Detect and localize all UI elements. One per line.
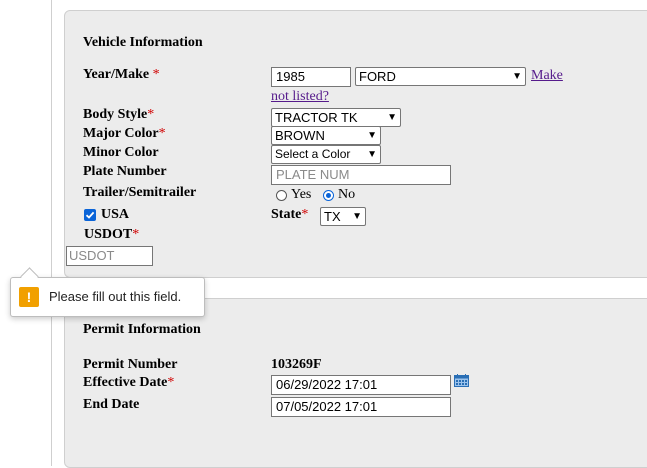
- year-input[interactable]: 1985: [271, 67, 351, 87]
- chevron-down-icon: ▼: [512, 71, 522, 82]
- plate-number-label: Plate Number: [83, 164, 167, 179]
- trailer-label: Trailer/Semitrailer: [83, 185, 197, 200]
- chevron-down-icon: ▼: [387, 112, 397, 123]
- tooltip-arrow: [20, 267, 39, 286]
- permit-section-title: Permit Information: [83, 322, 201, 337]
- usdot-input[interactable]: USDOT: [66, 246, 153, 266]
- usa-checkbox[interactable]: [84, 209, 96, 221]
- body-style-select[interactable]: TRACTOR TK ▼: [271, 108, 401, 127]
- end-date-label: End Date: [83, 397, 140, 412]
- trailer-yes-radio[interactable]: [276, 190, 287, 201]
- validation-message: Please fill out this field.: [49, 289, 182, 304]
- trailer-yes-label: Yes: [291, 187, 312, 202]
- make-select[interactable]: FORD ▼: [355, 67, 526, 86]
- major-color-label: Major Color*: [83, 126, 166, 141]
- state-label: State*: [271, 207, 309, 222]
- state-select[interactable]: TX ▼: [320, 207, 366, 226]
- effective-date-label: Effective Date*: [83, 375, 175, 390]
- body-style-label: Body Style*: [83, 107, 155, 122]
- effective-date-input[interactable]: 06/29/2022 17:01: [271, 375, 451, 395]
- vehicle-section-title: Vehicle Information: [83, 35, 203, 50]
- usa-label: USA: [101, 207, 130, 222]
- plate-number-input[interactable]: PLATE NUM: [271, 165, 451, 185]
- year-make-label: Year/Make *: [83, 67, 160, 82]
- check-icon: [85, 211, 95, 219]
- trailer-no-radio[interactable]: [323, 190, 334, 201]
- minor-color-label: Minor Color: [83, 145, 159, 160]
- page-divider: [51, 0, 52, 466]
- trailer-no-label: No: [338, 187, 356, 202]
- required-mark: *: [152, 67, 160, 82]
- minor-color-select[interactable]: Select a Color ▼: [271, 145, 381, 164]
- usdot-label: USDOT*: [84, 227, 140, 242]
- calendar-icon[interactable]: [454, 374, 469, 387]
- chevron-down-icon: ▼: [367, 149, 377, 160]
- chevron-down-icon: ▼: [367, 130, 377, 141]
- permit-number-value: 103269F: [271, 357, 322, 372]
- chevron-down-icon: ▼: [352, 211, 362, 222]
- make-not-listed-link[interactable]: Make: [531, 68, 563, 84]
- make-not-listed-link-cont[interactable]: not listed?: [271, 89, 329, 105]
- permit-number-label: Permit Number: [83, 357, 178, 372]
- major-color-select[interactable]: BROWN ▼: [271, 126, 381, 145]
- end-date-input[interactable]: 07/05/2022 17:01: [271, 397, 451, 417]
- validation-tooltip: ! Please fill out this field.: [10, 267, 205, 317]
- warning-icon: !: [19, 287, 39, 307]
